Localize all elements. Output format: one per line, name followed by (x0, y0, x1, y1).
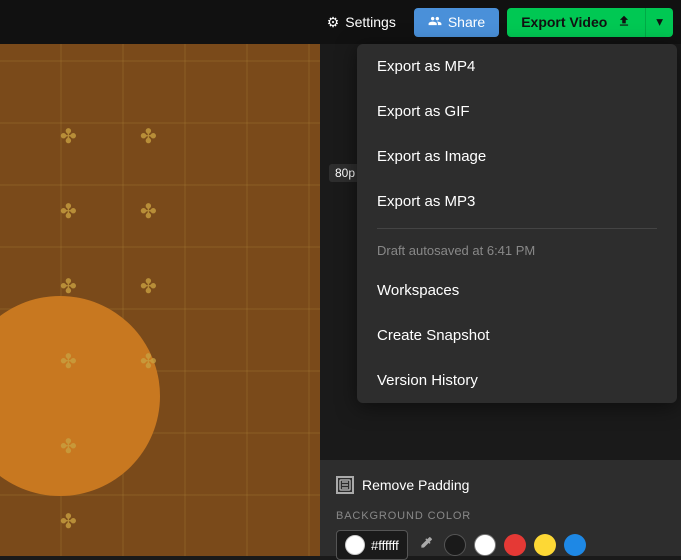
export-mp4-label: Export as MP4 (377, 58, 475, 75)
export-video-label: Export Video (521, 14, 607, 30)
fleur-2: ✤ (60, 199, 77, 224)
share-button[interactable]: Share (414, 8, 499, 37)
gear-icon (327, 14, 340, 31)
version-history-item[interactable]: Version History (357, 358, 677, 403)
fleur-6: ✤ (60, 509, 77, 534)
fleur-9: ✤ (140, 274, 157, 299)
autosave-text: Draft autosaved at 6:41 PM (357, 233, 677, 268)
share-label: Share (448, 14, 485, 30)
export-dropdown-button[interactable]: ▾ (645, 8, 673, 37)
fleur-4: ✤ (60, 349, 77, 374)
remove-padding-icon (336, 476, 354, 494)
export-group: Export Video ▾ (507, 8, 673, 37)
share-icon (428, 14, 442, 31)
menu-divider-1 (377, 228, 657, 229)
export-gif-label: Export as GIF (377, 103, 470, 120)
color-dot-red[interactable] (504, 534, 526, 556)
export-video-button[interactable]: Export Video (507, 8, 645, 37)
export-image-item[interactable]: Export as Image (357, 134, 677, 179)
export-gif-item[interactable]: Export as GIF (357, 89, 677, 134)
remove-padding-label: Remove Padding (362, 477, 469, 493)
settings-label: Settings (345, 14, 396, 30)
fleur-1: ✤ (60, 124, 77, 149)
fleur-7: ✤ (140, 124, 157, 149)
workspaces-label: Workspaces (377, 282, 459, 299)
autosave-label: Draft autosaved at 6:41 PM (377, 243, 535, 258)
create-snapshot-item[interactable]: Create Snapshot (357, 313, 677, 358)
topbar: Settings Share Export Video ▾ (0, 0, 681, 44)
upload-icon (617, 14, 631, 31)
workspaces-item[interactable]: Workspaces (357, 268, 677, 313)
bg-color-label: BACKGROUND COLOR (336, 510, 665, 522)
dropdown-menu: Export as MP4 Export as GIF Export as Im… (357, 44, 677, 403)
chevron-down-icon: ▾ (656, 14, 663, 30)
color-dot-black[interactable] (444, 534, 466, 556)
fleur-container: ✤ ✤ ✤ ✤ ✤ ✤ ✤ ✤ ✤ ✤ (0, 44, 320, 556)
export-mp3-label: Export as MP3 (377, 193, 475, 210)
fleur-3: ✤ (60, 274, 77, 299)
remove-padding-row: Remove Padding (336, 470, 665, 500)
resolution-text: 80p (335, 166, 355, 180)
fleur-5: ✤ (60, 434, 77, 459)
export-mp4-item[interactable]: Export as MP4 (357, 44, 677, 89)
color-dot-yellow[interactable] (534, 534, 556, 556)
export-image-label: Export as Image (377, 148, 486, 165)
fleur-8: ✤ (140, 199, 157, 224)
color-hex-text: #ffffff (371, 538, 399, 553)
color-dot-white[interactable] (474, 534, 496, 556)
canvas-area: ✤ ✤ ✤ ✤ ✤ ✤ ✤ ✤ ✤ ✤ (0, 44, 320, 556)
canvas-background: ✤ ✤ ✤ ✤ ✤ ✤ ✤ ✤ ✤ ✤ (0, 44, 320, 556)
version-history-label: Version History (377, 372, 478, 389)
export-mp3-item[interactable]: Export as MP3 (357, 179, 677, 224)
settings-button[interactable]: Settings (317, 8, 406, 37)
color-circle-white (345, 535, 365, 555)
fleur-10: ✤ (140, 349, 157, 374)
panel-bottom: Remove Padding BACKGROUND COLOR #ffffff (320, 460, 681, 556)
color-dot-blue[interactable] (564, 534, 586, 556)
eyedropper-button[interactable] (416, 533, 436, 558)
create-snapshot-label: Create Snapshot (377, 327, 490, 344)
